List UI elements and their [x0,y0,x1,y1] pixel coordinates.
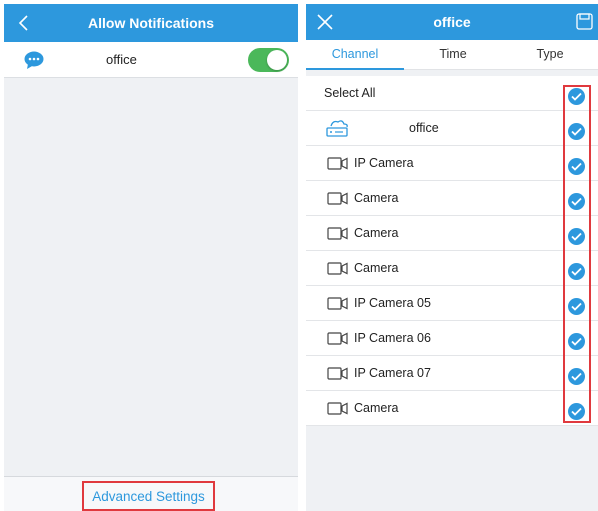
channel-row[interactable]: IP Camera 07 [306,356,598,391]
device-name: office [106,52,137,67]
channel-row[interactable]: IP Camera 05 [306,286,598,321]
channel-label: office [409,121,439,135]
channel-label: IP Camera 05 [354,296,431,310]
channel-selection-screen: office Channel Time Type Select All offi… [306,4,598,511]
select-all-row[interactable]: Select All [306,76,598,111]
channel-row[interactable]: IP Camera 06 [306,321,598,356]
camera-icon [327,332,348,345]
channel-checkbox[interactable] [568,298,585,315]
save-icon[interactable] [576,13,593,30]
checkmark-icon [571,197,582,206]
channel-checkbox[interactable] [568,228,585,245]
device-row: office [4,42,298,78]
close-icon[interactable] [316,13,334,31]
checkmark-icon [571,407,582,416]
tab-time[interactable]: Time [404,40,502,70]
channel-checkbox[interactable] [568,403,585,420]
camera-icon [327,262,348,275]
camera-icon [327,157,348,170]
notification-toggle[interactable] [248,48,289,72]
tab-bar: Channel Time Type [306,40,598,70]
select-all-label: Select All [324,86,376,100]
advanced-settings-link[interactable]: Advanced Settings [82,481,215,511]
chat-bubble-icon [24,51,44,69]
channel-list: Select All office IP Camera Camera Camer… [306,76,598,426]
chevron-left-icon[interactable] [12,9,36,37]
checkmark-icon [571,302,582,311]
header-bar: Allow Notifications [4,4,298,42]
channel-label: Camera [354,226,399,240]
channel-label: IP Camera 06 [354,331,431,345]
channel-label: IP Camera [354,156,414,170]
camera-icon [327,227,348,240]
channel-row[interactable]: office [306,111,598,146]
checkmark-icon [571,267,582,276]
channel-checkbox[interactable] [568,333,585,350]
footer-bar: Advanced Settings [4,476,298,511]
tab-channel[interactable]: Channel [306,40,404,70]
checkmark-icon [571,162,582,171]
active-tab-indicator [306,68,404,70]
channel-row[interactable]: Camera [306,251,598,286]
checkmark-icon [571,127,582,136]
select-all-checkbox[interactable] [568,88,585,105]
checkmark-icon [571,372,582,381]
allow-notifications-screen: Allow Notifications office Advanced Sett… [4,4,298,511]
channel-checkbox[interactable] [568,263,585,280]
channel-label: IP Camera 07 [354,366,431,380]
channel-row[interactable]: Camera [306,181,598,216]
camera-icon [327,192,348,205]
header-bar: office [306,4,598,40]
channel-checkbox[interactable] [568,193,585,210]
channel-checkbox[interactable] [568,368,585,385]
channel-label: Camera [354,401,399,415]
channel-label: Camera [354,261,399,275]
toggle-knob [267,50,287,70]
camera-icon [327,402,348,415]
checkmark-icon [571,337,582,346]
checkmark-icon [571,232,582,241]
camera-icon [327,297,348,310]
channel-row[interactable]: Camera [306,391,598,426]
page-title: Allow Notifications [88,15,214,31]
checkmark-icon [571,92,582,101]
channel-label: Camera [354,191,399,205]
tab-type[interactable]: Type [502,40,598,70]
channel-row[interactable]: Camera [306,216,598,251]
camera-icon [327,367,348,380]
page-title: office [433,14,471,30]
channel-row[interactable]: IP Camera [306,146,598,181]
nvr-device-icon [326,120,348,137]
channel-checkbox[interactable] [568,158,585,175]
channel-checkbox[interactable] [568,123,585,140]
